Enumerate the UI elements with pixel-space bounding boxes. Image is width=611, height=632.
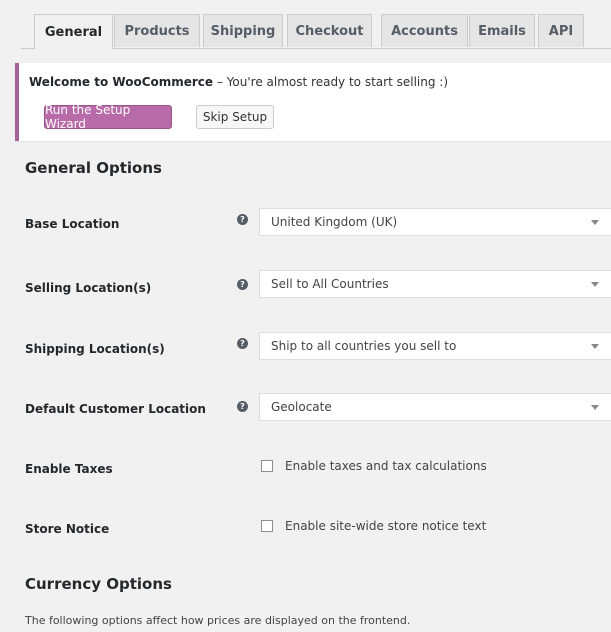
selling-locations-select[interactable]: Sell to All Countries [259, 270, 611, 298]
enable-taxes-checkbox[interactable] [261, 460, 273, 472]
chevron-down-icon [591, 282, 599, 287]
default-customer-location-value: Geolocate [271, 400, 332, 414]
default-customer-location-label: Default Customer Location [25, 402, 206, 416]
base-location-value: United Kingdom (UK) [271, 215, 398, 229]
help-icon[interactable]: ? [237, 401, 248, 412]
notice-message: – You're almost ready to start selling :… [213, 75, 448, 89]
tab-general[interactable]: General [34, 14, 113, 49]
tab-shipping[interactable]: Shipping [203, 14, 283, 47]
notice-text: Welcome to WooCommerce – You're almost r… [29, 75, 448, 89]
store-notice-label: Store Notice [25, 522, 110, 536]
notice-title: Welcome to WooCommerce [29, 75, 214, 89]
general-options-heading: General Options [25, 159, 162, 177]
welcome-notice: Welcome to WooCommerce – You're almost r… [15, 63, 611, 141]
tab-api[interactable]: API [538, 14, 584, 47]
store-notice-checkbox[interactable] [261, 520, 273, 532]
base-location-select[interactable]: United Kingdom (UK) [259, 208, 611, 236]
enable-taxes-checkbox-label[interactable]: Enable taxes and tax calculations [285, 459, 487, 473]
run-setup-wizard-button[interactable]: Run the Setup Wizard [44, 103, 172, 131]
help-icon[interactable]: ? [237, 279, 248, 290]
default-customer-location-select[interactable]: Geolocate [259, 393, 611, 421]
help-icon[interactable]: ? [237, 214, 248, 225]
shipping-locations-value: Ship to all countries you sell to [271, 339, 457, 353]
store-notice-checkbox-label[interactable]: Enable site-wide store notice text [285, 519, 486, 533]
shipping-locations-label: Shipping Location(s) [25, 342, 165, 356]
skip-setup-button[interactable]: Skip Setup [196, 105, 274, 129]
selling-locations-value: Sell to All Countries [271, 277, 389, 291]
base-location-label: Base Location [25, 217, 120, 231]
selling-locations-label: Selling Location(s) [25, 281, 152, 295]
tab-products[interactable]: Products [114, 14, 200, 47]
enable-taxes-label: Enable Taxes [25, 462, 113, 476]
shipping-locations-select[interactable]: Ship to all countries you sell to [259, 332, 611, 360]
help-icon[interactable]: ? [237, 338, 248, 349]
tab-checkout[interactable]: Checkout [287, 14, 372, 47]
currency-options-heading: Currency Options [25, 575, 172, 593]
chevron-down-icon [591, 405, 599, 410]
currency-options-description: The following options affect how prices … [25, 614, 411, 627]
chevron-down-icon [591, 344, 599, 349]
tab-accounts[interactable]: Accounts [381, 14, 468, 47]
chevron-down-icon [591, 220, 599, 225]
tab-emails[interactable]: Emails [469, 14, 535, 47]
settings-tabs: General Products Shipping Checkout Accou… [21, 0, 611, 49]
